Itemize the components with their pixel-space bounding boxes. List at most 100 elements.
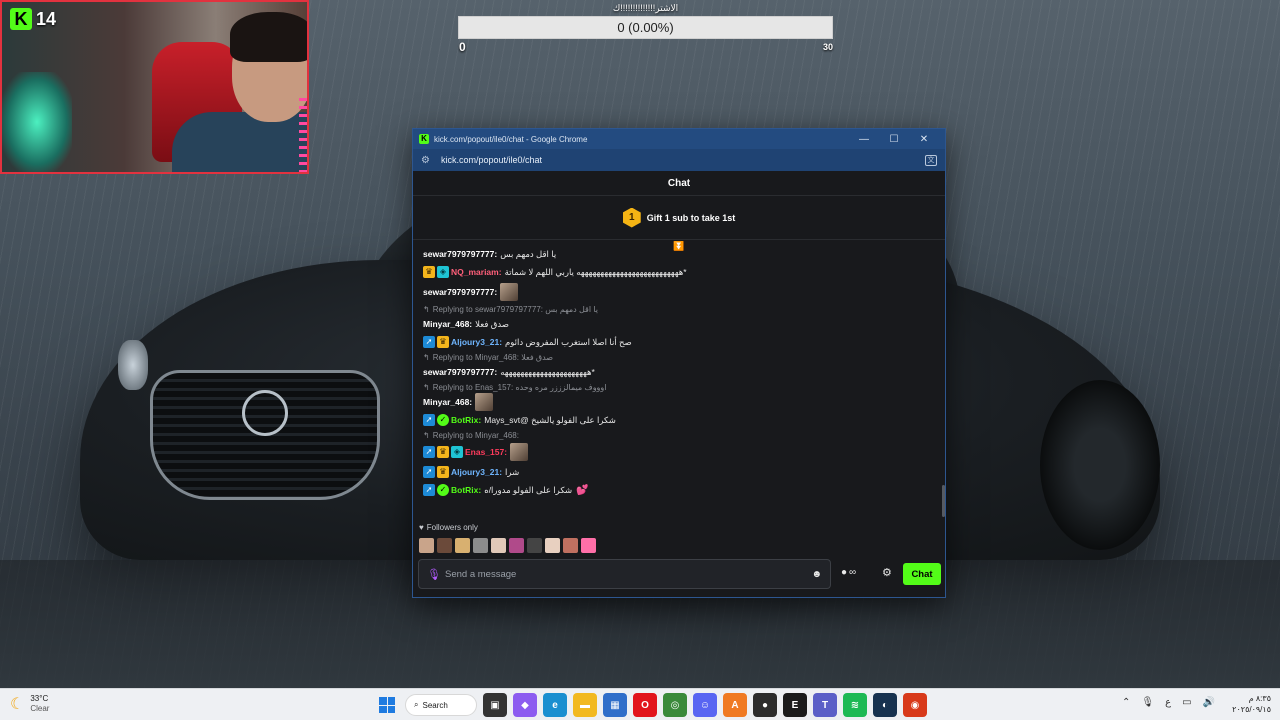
goal-title: الاشتر!!!!!!!!!!!!!!ك	[612, 3, 679, 13]
founder-badge-icon[interactable]: ➚	[423, 336, 435, 348]
taskbar-search[interactable]: ⌕ Search	[405, 694, 477, 716]
emote-image	[500, 283, 519, 301]
app-a-icon[interactable]: A	[723, 693, 747, 717]
founder-badge-icon[interactable]: ➚	[423, 414, 435, 426]
verified-badge-icon[interactable]: ✓	[437, 484, 449, 496]
chat-message: sewar7979797777: يا اقل دمهم بس	[423, 245, 945, 263]
weather-widget[interactable]: ☾ 33°C Clear	[10, 694, 49, 714]
viewer-avatar[interactable]	[455, 538, 470, 553]
viewer-avatar[interactable]	[527, 538, 542, 553]
rgb-light	[2, 72, 72, 172]
chat-settings-icon[interactable]: ⚙	[882, 566, 892, 579]
verified-badge-icon[interactable]: ✓	[437, 414, 449, 426]
opera-icon[interactable]: O	[633, 693, 657, 717]
search-icon: ⌕	[414, 700, 419, 709]
chat-username[interactable]: BotRix:	[451, 485, 481, 495]
viewer-avatar[interactable]	[491, 538, 506, 553]
reply-text: Replying to sewar7979797777: يا اقل دمهم…	[432, 304, 598, 314]
founder-badge-icon[interactable]: ➚	[423, 484, 435, 496]
epic-games-icon[interactable]: E	[783, 693, 807, 717]
founder-badge-icon[interactable]: ➚	[423, 446, 435, 458]
goal-min: 0	[459, 40, 466, 54]
chat-username[interactable]: Enas_157:	[465, 447, 507, 457]
discord-icon[interactable]: ☺	[693, 693, 717, 717]
chat-message: ♛ ◈ NQ_mariam: *ههههههههههههههههههههههههههه…	[423, 263, 945, 281]
chevron-up-icon[interactable]: ⌃	[1122, 697, 1130, 708]
founder-badge-icon[interactable]: ➚	[423, 466, 435, 478]
file-explorer-icon[interactable]: ▬	[573, 693, 597, 717]
copilot-icon[interactable]: ◆	[513, 693, 537, 717]
microphone-tray-icon[interactable]: 🎙	[1141, 697, 1154, 708]
maximize-button[interactable]: ☐	[879, 134, 909, 145]
vip-badge-icon[interactable]: ◈	[437, 266, 449, 278]
chat-username[interactable]: sewar7979797777:	[423, 287, 497, 297]
window-titlebar[interactable]: K kick.com/popout/ile0/chat - Google Chr…	[413, 129, 945, 149]
chat-username[interactable]: NQ_mariam:	[451, 267, 502, 277]
chat-username[interactable]: sewar7979797777:	[423, 249, 497, 259]
address-url[interactable]: kick.com/popout/ile0/chat	[441, 155, 925, 165]
taskbar-clock[interactable]: ٨:٣٥ م ٢٠٢٥/٠٩/١٥	[1225, 693, 1271, 715]
chat-message: Minyar_468: صدق فعلا	[423, 315, 945, 333]
address-bar[interactable]: ⚙ kick.com/popout/ile0/chat 文	[413, 149, 945, 171]
windows-taskbar: ☾ 33°C Clear ⌕ Search ▣ ◆ e ▬ ▦ O ◎ ☺ A …	[0, 688, 1280, 720]
steam-icon[interactable]: ◐	[873, 693, 897, 717]
close-button[interactable]: ✕	[909, 134, 939, 145]
points-balance: ∞	[849, 567, 857, 578]
emoji-picker-icon[interactable]: ☻	[811, 569, 822, 580]
chat-message: Minyar_468:	[423, 393, 945, 411]
chat-username[interactable]: BotRix:	[451, 415, 481, 425]
reply-arrow-icon: ↰	[423, 352, 430, 362]
points-icon: ●	[841, 567, 848, 578]
viewer-avatar[interactable]	[437, 538, 452, 553]
chat-username[interactable]: Minyar_468:	[423, 319, 472, 329]
message-composer[interactable]: 🎙 ☻	[418, 559, 831, 589]
viewer-avatar[interactable]	[563, 538, 578, 553]
chat-username[interactable]: Aljoury3_21:	[451, 337, 502, 347]
channel-points[interactable]: ● ∞	[841, 567, 856, 578]
send-chat-button[interactable]: Chat	[903, 563, 941, 585]
chat-title: Chat	[413, 171, 945, 196]
reply-arrow-icon: ↰	[423, 304, 430, 314]
microphone-icon[interactable]: 🎙	[427, 568, 445, 581]
viewer-avatar[interactable]	[419, 538, 434, 553]
volume-icon[interactable]: 🔊	[1203, 697, 1215, 708]
recent-viewer-avatars	[419, 538, 596, 553]
obs-icon[interactable]: ●	[753, 693, 777, 717]
window-title: kick.com/popout/ile0/chat - Google Chrom…	[434, 134, 588, 144]
system-tray: ⌃ 🎙 ع ▭ 🔊	[1122, 697, 1215, 708]
edge-icon[interactable]: e	[543, 693, 567, 717]
task-view-icon[interactable]: ▣	[483, 693, 507, 717]
chat-username[interactable]: Aljoury3_21:	[451, 467, 502, 477]
spotify-icon[interactable]: ≋	[843, 693, 867, 717]
viewer-avatar[interactable]	[509, 538, 524, 553]
chat-message: ➚ ♛ Aljoury3_21: صح أنا اصلا استغرب المفروض…	[423, 333, 945, 351]
moon-icon: ☾	[10, 696, 25, 713]
network-icon[interactable]: ▭	[1182, 697, 1191, 708]
crown-badge-icon[interactable]: ♛	[423, 266, 435, 278]
message-input[interactable]	[445, 568, 812, 580]
minimize-button[interactable]: —	[849, 134, 879, 145]
chat-username[interactable]: Minyar_468:	[423, 397, 472, 407]
language-indicator[interactable]: ع	[1165, 697, 1171, 708]
vip-badge-icon[interactable]: ◈	[451, 446, 463, 458]
game-launcher-icon[interactable]: ◉	[903, 693, 927, 717]
chat-username[interactable]: sewar7979797777:	[423, 367, 497, 377]
chat-scrollbar[interactable]	[942, 485, 945, 517]
viewer-avatar[interactable]	[473, 538, 488, 553]
viewer-avatar[interactable]	[545, 538, 560, 553]
crown-badge-icon[interactable]: ♛	[437, 446, 449, 458]
chat-message: ➚ ♛ ◈ Enas_157:	[423, 441, 945, 463]
store-icon[interactable]: ▦	[603, 693, 627, 717]
crown-badge-icon[interactable]: ♛	[437, 466, 449, 478]
viewer-avatar[interactable]	[581, 538, 596, 553]
site-settings-icon[interactable]: ⚙	[421, 155, 435, 166]
crown-badge-icon[interactable]: ♛	[437, 336, 449, 348]
translate-icon[interactable]: 文	[925, 154, 937, 166]
reply-context: ↰ Replying to Enas_157: اوووف ميمالزززر م…	[423, 381, 945, 393]
chat-text: شرا	[505, 466, 520, 477]
chrome-icon[interactable]: ◎	[663, 693, 687, 717]
pinned-gift-banner[interactable]: 1 Gift 1 sub to take 1st	[413, 196, 945, 240]
windows-start-icon[interactable]	[375, 693, 399, 717]
reply-context: ↰ Replying to Minyar_468:	[423, 429, 945, 441]
teams-icon[interactable]: T	[813, 693, 837, 717]
